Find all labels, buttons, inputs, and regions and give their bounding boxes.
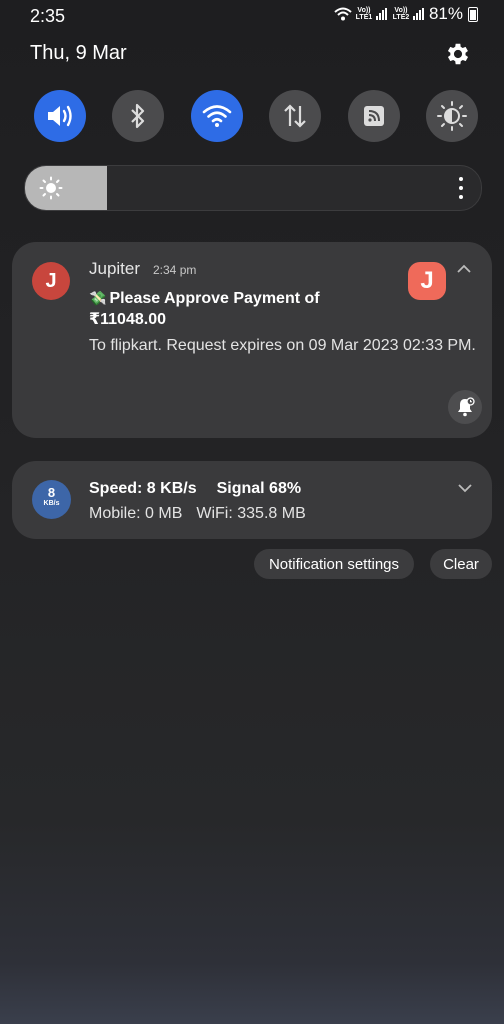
wifi-toggle[interactable] [190, 90, 243, 142]
payment-notification[interactable]: J Jupiter 2:34 pm J 💸 Please Approve Paym… [12, 242, 492, 438]
network-speed-notification[interactable]: 8 KB/s Speed: 8 KB/s Signal 68% Mobile: 0… [12, 461, 492, 539]
nfc-toggle[interactable] [347, 90, 400, 142]
status-time: 2:35 [30, 6, 66, 26]
battery-icon [468, 6, 478, 22]
speed-meter-icon: 8 KB/s [32, 480, 71, 519]
wifi-usage-text: WiFi: 335.8 MB [196, 505, 306, 522]
gear-icon[interactable] [444, 40, 472, 68]
sim1-lte-label: Vo)) LTE1 [355, 7, 373, 21]
wifi-signal-icon [334, 7, 352, 21]
snooze-button[interactable] [448, 390, 482, 424]
usage-line: Mobile: 0 MB WiFi: 335.8 MB [89, 505, 306, 523]
notification-title-text: Please Approve Payment of ₹11048.00 [89, 290, 320, 328]
mobile-data-toggle[interactable] [269, 90, 322, 142]
wifi-icon [202, 105, 232, 127]
data-arrows-icon [284, 104, 306, 128]
sun-icon [39, 176, 63, 200]
eye-comfort-toggle[interactable] [425, 90, 478, 142]
sim2-lte-label: Vo)) LTE2 [392, 7, 410, 21]
eye-comfort-icon [436, 101, 467, 131]
status-icons: Vo)) LTE1 Vo)) LTE2 81% [334, 4, 478, 24]
battery-percent: 81% [428, 4, 463, 23]
mobile-usage-text: Mobile: 0 MB [89, 505, 183, 522]
notification-title: 💸 Please Approve Payment of ₹11048.00 [89, 288, 389, 330]
date-label: Thu, 9 Mar [30, 42, 127, 64]
speed-icon-unit: KB/s [43, 500, 60, 507]
sound-toggle[interactable] [34, 90, 86, 142]
notification-settings-button[interactable]: Notification settings [254, 549, 414, 579]
app-name: Jupiter [89, 259, 141, 278]
sim2-signal-icon [412, 8, 424, 20]
bluetooth-toggle[interactable] [112, 90, 165, 142]
brightness-slider[interactable] [24, 165, 482, 211]
expand-chevron-icon[interactable] [458, 483, 472, 493]
speed-line: Speed: 8 KB/s Signal 68% [89, 480, 301, 498]
bluetooth-icon [131, 103, 145, 129]
clear-button[interactable]: Clear [430, 549, 492, 579]
sim1-signal-icon [375, 8, 387, 20]
notification-body: To flipkart. Request expires on 09 Mar 2… [89, 337, 476, 354]
quick-toggles [34, 90, 478, 142]
brightness-fill [25, 166, 107, 210]
nfc-icon [363, 106, 384, 126]
status-bar: 2:35 Vo)) LTE1 Vo)) LTE2 81% [0, 0, 504, 32]
notification-time: 2:34 pm [153, 263, 197, 277]
speed-text: Speed: 8 KB/s [89, 480, 197, 497]
speed-icon-value: 8 [47, 485, 56, 500]
more-options-icon[interactable] [459, 177, 463, 199]
bell-snooze-icon [458, 397, 475, 417]
speaker-icon [48, 105, 72, 127]
app-icon: J [32, 262, 70, 300]
app-large-icon: J [408, 262, 446, 300]
signal-text: Signal 68% [216, 480, 302, 497]
collapse-chevron-icon[interactable] [457, 264, 471, 274]
money-emoji: 💸 [89, 290, 107, 306]
